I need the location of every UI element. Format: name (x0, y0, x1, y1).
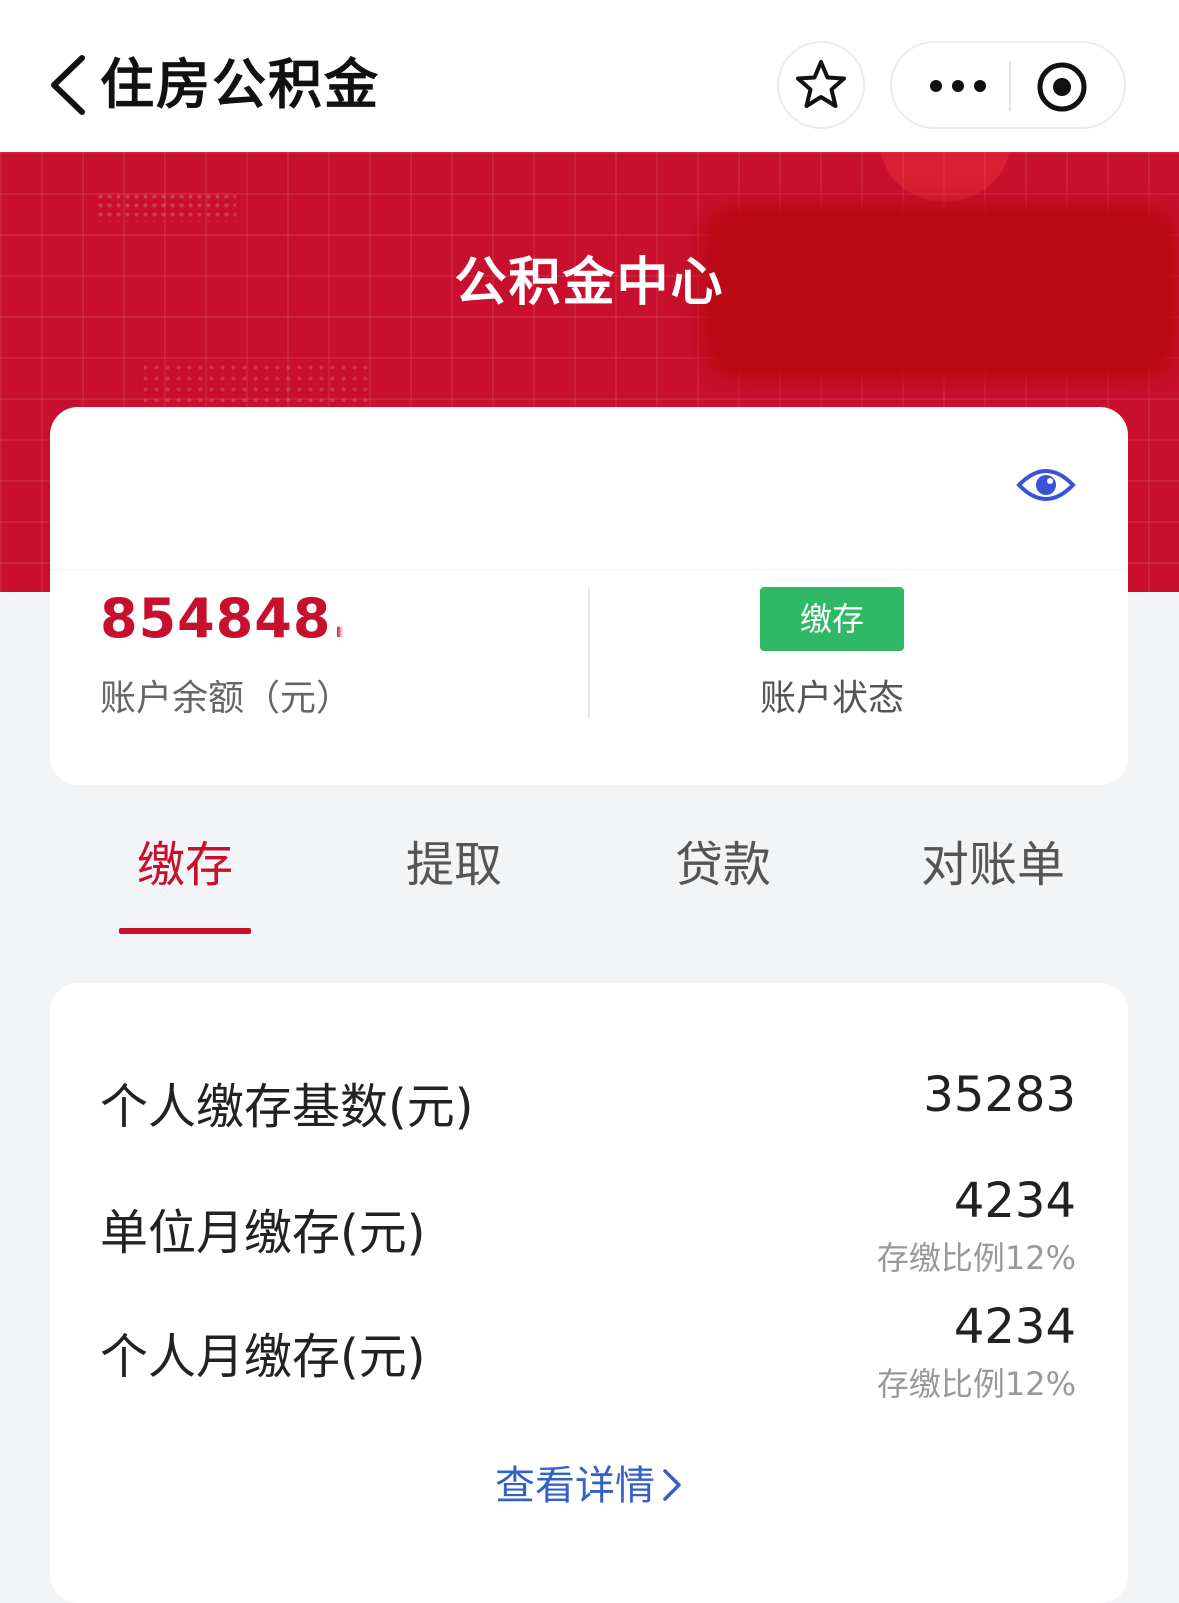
page-title: 住房公积金 (100, 53, 380, 116)
banner-dots (140, 362, 370, 402)
row-value: 35283 (923, 1067, 1076, 1123)
miniapp-capsule (890, 41, 1126, 129)
account-card: 854848. 账户余额（元） 缴存 账户状态 (50, 407, 1128, 785)
chevron-right-icon (663, 1469, 681, 1501)
card-divider (50, 569, 1128, 570)
active-tab-indicator (119, 928, 251, 934)
row-ratio: 存缴比例12% (876, 1365, 1076, 1403)
target-icon[interactable] (1036, 61, 1088, 113)
more-dots-icon[interactable] (928, 78, 988, 94)
view-details-link[interactable]: 查看详情 (50, 1453, 1128, 1511)
eye-icon[interactable] (1016, 463, 1076, 507)
row-value: 4234 (953, 1173, 1076, 1229)
tab-loan[interactable]: 贷款 (588, 830, 858, 900)
tab-withdraw[interactable]: 提取 (319, 830, 589, 900)
tab-bar: 缴存 提取 贷款 对账单 (50, 830, 1128, 940)
row-ratio: 存缴比例12% (876, 1239, 1076, 1277)
status-badge: 缴存 (760, 587, 904, 651)
redaction-mask (340, 582, 440, 654)
contribution-card: 个人缴存基数(元) 35283 单位月缴存(元) 4234 存缴比例12% 个人… (50, 983, 1128, 1603)
tab-statement[interactable]: 对账单 (858, 830, 1128, 900)
capsule-divider (1009, 61, 1011, 111)
tab-deposit[interactable]: 缴存 (50, 830, 320, 900)
card-divider (588, 587, 590, 719)
top-navbar: 住房公积金 (0, 0, 1179, 152)
favorite-button[interactable] (777, 41, 865, 129)
view-details-label: 查看详情 (495, 1463, 655, 1509)
banner-dots (96, 192, 236, 222)
status-label: 账户状态 (760, 678, 905, 719)
chevron-left-icon[interactable] (44, 52, 94, 118)
row-value: 4234 (953, 1299, 1076, 1355)
row-label: 单位月缴存(元) (100, 1205, 426, 1261)
banner-decoration (880, 152, 1010, 202)
balance-label: 账户余额（元） (100, 678, 353, 719)
row-label: 个人月缴存(元) (100, 1329, 426, 1385)
star-icon (796, 60, 846, 108)
banner-title: 公积金中心 (454, 253, 725, 313)
row-label: 个人缴存基数(元) (100, 1079, 474, 1135)
balance-value: 854848. (100, 587, 353, 650)
